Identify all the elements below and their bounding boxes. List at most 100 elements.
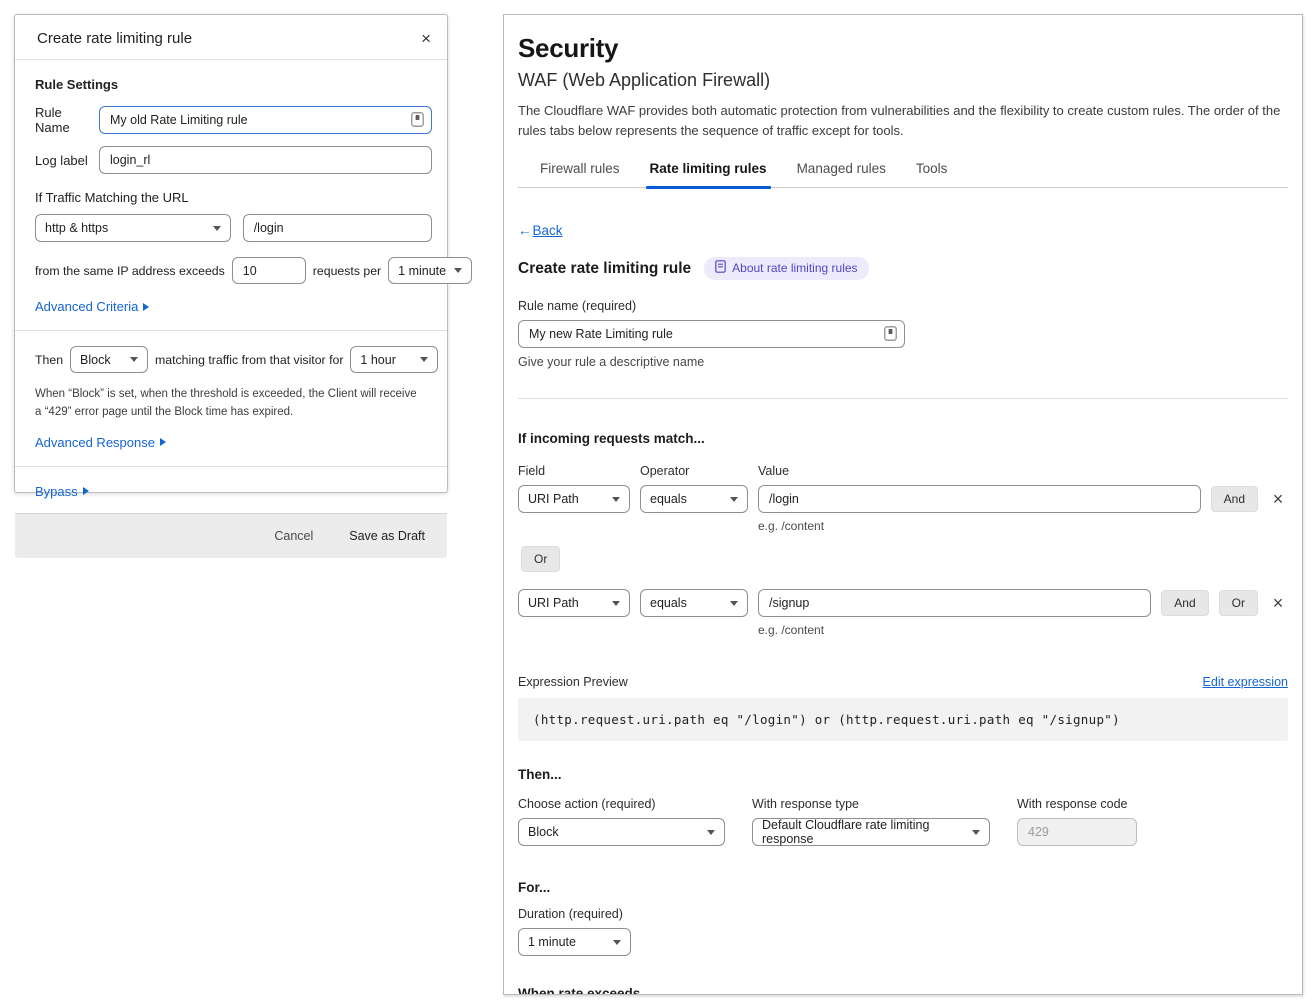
page-subtitle: WAF (Web Application Firewall) (518, 70, 1288, 91)
about-rate-limiting-badge[interactable]: About rate limiting rules (704, 257, 868, 280)
advanced-response-link[interactable]: Advanced Response (35, 435, 166, 450)
expression-code: (http.request.uri.path eq "/login") or (… (518, 698, 1288, 741)
back-link[interactable]: ←Back (518, 223, 563, 238)
rule-settings-heading: Rule Settings (35, 77, 432, 92)
remove-row-icon-2[interactable]: × (1268, 594, 1288, 612)
operator-select-2[interactable]: equals (640, 589, 748, 617)
value-input-1[interactable] (758, 485, 1201, 513)
password-manager-icon (411, 112, 424, 132)
action-select[interactable]: Block (70, 346, 148, 373)
rule-name-label: Rule name (required) (518, 299, 1288, 313)
back-arrow-icon: ← (518, 223, 532, 238)
legacy-rate-limit-modal: Create rate limiting rule × Rule Setting… (14, 14, 448, 493)
bypass-link[interactable]: Bypass (35, 484, 89, 499)
tab-rate-limiting-rules[interactable]: Rate limiting rules (650, 161, 767, 187)
log-label-label: Log label (35, 153, 99, 168)
chevron-down-icon (454, 268, 462, 273)
rule-name-help: Give your rule a descriptive name (518, 355, 1288, 369)
tab-managed-rules[interactable]: Managed rules (797, 161, 886, 187)
match-row-1: URI Path equals And × (518, 485, 1288, 513)
exceeds-suffix-text: requests per (313, 264, 381, 278)
for-heading: For... (518, 880, 1288, 895)
or-button-2[interactable]: Or (1219, 590, 1258, 616)
waf-security-panel: Security WAF (Web Application Firewall) … (503, 14, 1303, 995)
page-title: Security (518, 33, 1288, 64)
duration-select[interactable]: 1 minute (518, 928, 631, 956)
document-icon (715, 260, 726, 276)
rule-name-input[interactable] (99, 106, 432, 134)
field-select-1[interactable]: URI Path (518, 485, 630, 513)
cancel-button[interactable]: Cancel (274, 529, 313, 543)
field-label: Field (518, 464, 640, 478)
response-code-input (1017, 818, 1137, 846)
log-label-row: Log label (35, 146, 432, 174)
chevron-down-icon (730, 601, 738, 606)
divider (15, 330, 447, 331)
rate-heading: When rate exceeds... (518, 986, 1288, 995)
page-description: The Cloudflare WAF provides both automat… (518, 101, 1288, 140)
rule-name-label: Rule Name (35, 105, 99, 135)
modal-header: Create rate limiting rule × (15, 15, 447, 60)
field-select-2[interactable]: URI Path (518, 589, 630, 617)
match-heading: If incoming requests match... (518, 431, 1288, 446)
match-row-2: URI Path equals And Or × (518, 589, 1288, 617)
modal-body: Rule Settings Rule Name Log label If Tra… (15, 60, 447, 513)
chevron-down-icon (612, 601, 620, 606)
and-button-2[interactable]: And (1161, 590, 1208, 616)
then-suffix-text: matching traffic from that visitor for (155, 353, 343, 367)
scheme-select[interactable]: http & https (35, 214, 231, 242)
chevron-down-icon (730, 497, 738, 502)
chevron-down-icon (972, 830, 980, 835)
divider (518, 398, 1288, 399)
password-manager-icon (884, 326, 897, 346)
match-column-labels: Field Operator Value (518, 464, 1288, 478)
then-heading: Then... (518, 767, 1288, 782)
value-hint-1: e.g. /content (758, 519, 1288, 533)
action-select[interactable]: Block (518, 818, 725, 846)
edit-expression-link[interactable]: Edit expression (1203, 675, 1288, 689)
then-controls: Choose action (required) Block With resp… (518, 797, 1288, 846)
divider (15, 466, 447, 467)
then-label: Then (35, 353, 63, 367)
value-label: Value (758, 464, 789, 478)
response-code-label: With response code (1017, 797, 1137, 811)
chevron-down-icon (420, 357, 428, 362)
then-row: Then Block matching traffic from that vi… (35, 346, 432, 373)
remove-row-icon-1[interactable]: × (1268, 490, 1288, 508)
operator-label: Operator (640, 464, 758, 478)
waf-tabs: Firewall rules Rate limiting rules Manag… (518, 161, 1288, 188)
create-rule-heading: Create rate limiting rule (518, 260, 691, 278)
period-select[interactable]: 1 minute (388, 257, 472, 284)
advanced-criteria-link[interactable]: Advanced Criteria (35, 299, 149, 314)
requests-input[interactable] (232, 257, 306, 284)
or-connector-button[interactable]: Or (521, 546, 560, 572)
chevron-down-icon (213, 226, 221, 231)
block-duration-select[interactable]: 1 hour (350, 346, 438, 373)
expression-preview-label: Expression Preview (518, 675, 628, 689)
close-icon[interactable]: × (421, 30, 431, 47)
traffic-match-row: http & https (35, 214, 432, 242)
response-type-select[interactable]: Default Cloudflare rate limiting respons… (752, 818, 990, 846)
chevron-down-icon (612, 497, 620, 502)
duration-label: Duration (required) (518, 907, 1288, 921)
caret-right-icon (160, 438, 166, 446)
tab-tools[interactable]: Tools (916, 161, 948, 187)
value-hint-2: e.g. /content (758, 623, 1288, 637)
url-input[interactable] (243, 214, 432, 242)
value-input-2[interactable] (758, 589, 1151, 617)
and-button-1[interactable]: And (1211, 486, 1258, 512)
chevron-down-icon (613, 940, 621, 945)
save-as-draft-button[interactable]: Save as Draft (349, 529, 425, 543)
response-type-label: With response type (752, 797, 990, 811)
tab-firewall-rules[interactable]: Firewall rules (540, 161, 620, 187)
rule-name-input[interactable] (518, 320, 905, 348)
caret-right-icon (83, 487, 89, 495)
threshold-row: from the same IP address exceeds request… (35, 257, 432, 284)
create-rule-heading-row: Create rate limiting rule About rate lim… (518, 257, 1288, 280)
modal-title: Create rate limiting rule (37, 30, 192, 47)
action-label: Choose action (required) (518, 797, 725, 811)
log-label-input[interactable] (99, 146, 432, 174)
traffic-match-label: If Traffic Matching the URL (35, 190, 432, 205)
operator-select-1[interactable]: equals (640, 485, 748, 513)
chevron-down-icon (707, 830, 715, 835)
